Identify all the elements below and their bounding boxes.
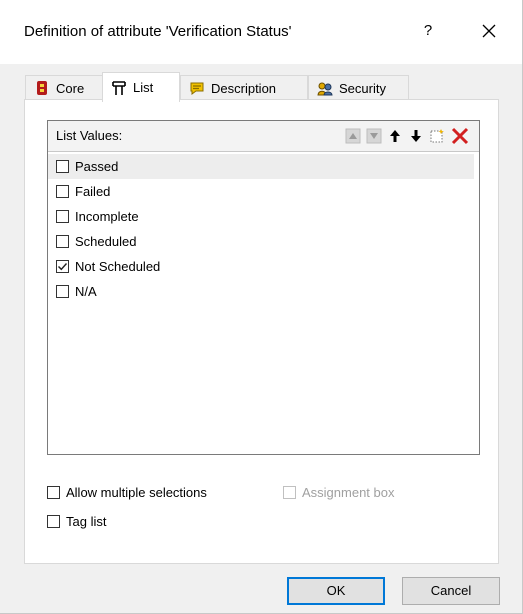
list-item-label: N/A [75,284,97,299]
tab-description-label: Description [211,80,277,96]
list-values-label: List Values: [56,128,123,143]
tab-core[interactable]: Core [25,75,103,100]
tab-list[interactable]: List [102,72,180,102]
allow-multiple-label: Allow multiple selections [66,485,207,500]
move-up-disabled-icon [345,128,361,144]
allow-multiple-checkbox[interactable] [47,486,60,499]
list-item[interactable]: Not Scheduled [48,254,474,279]
tag-list-label: Tag list [66,514,107,529]
list-item[interactable]: Failed [48,179,474,204]
security-icon [317,82,333,96]
tag-list-checkbox[interactable] [47,515,60,528]
arrow-up-icon[interactable] [387,128,403,144]
list-icon [112,80,126,95]
list-item-checkbox[interactable] [56,235,69,248]
list-item-checkbox[interactable] [56,210,69,223]
list-values-header: List Values: [48,121,479,152]
assignment-box-label: Assignment box [302,485,395,500]
title-bar: Definition of attribute 'Verification St… [0,0,522,64]
tab-security[interactable]: Security [308,75,409,100]
close-icon [482,24,496,38]
list-item[interactable]: Passed [48,154,474,179]
tab-core-label: Core [56,80,85,96]
list-item-label: Incomplete [75,209,139,224]
list-item-checkbox[interactable] [56,160,69,173]
ok-button[interactable]: OK [287,577,385,605]
list-values-box: List Values: Passed Failed Incomplete Sc… [47,120,480,455]
tag-list-option[interactable]: Tag list [39,514,106,529]
close-button[interactable] [472,16,506,46]
window-title: Definition of attribute 'Verification St… [24,23,292,40]
help-button[interactable]: ? [413,18,443,44]
core-icon [37,81,47,95]
assignment-box-checkbox [283,486,296,499]
tab-list-label: List [133,80,154,95]
list-item-checkbox[interactable] [56,285,69,298]
assignment-box-option: Assignment box [275,485,395,500]
allow-multiple-option[interactable]: Allow multiple selections [39,485,207,500]
delete-icon[interactable] [450,126,470,146]
list-item-label: Scheduled [75,234,137,249]
cancel-button[interactable]: Cancel [402,577,500,605]
list-item[interactable]: Incomplete [48,204,474,229]
list-item-label: Passed [75,159,119,174]
list-item-label: Failed [75,184,111,199]
list-item-checkbox[interactable] [56,185,69,198]
list-tab-panel: List Values: Passed Failed Incomplete Sc… [24,99,499,564]
list-item[interactable]: Scheduled [48,229,474,254]
attribute-definition-dialog: Definition of attribute 'Verification St… [0,0,523,614]
description-icon [190,82,204,95]
list-item-checkbox-checked[interactable] [56,260,69,273]
tab-security-label: Security [339,80,386,96]
arrow-down-icon[interactable] [408,128,424,144]
tab-strip: Core List Description Security [25,72,425,102]
move-down-disabled-icon [366,128,382,144]
new-item-icon[interactable] [429,128,445,144]
checkmark-icon [58,263,68,271]
list-item[interactable]: N/A [48,279,474,304]
tab-description[interactable]: Description [180,75,308,100]
list-item-label: Not Scheduled [75,259,161,274]
